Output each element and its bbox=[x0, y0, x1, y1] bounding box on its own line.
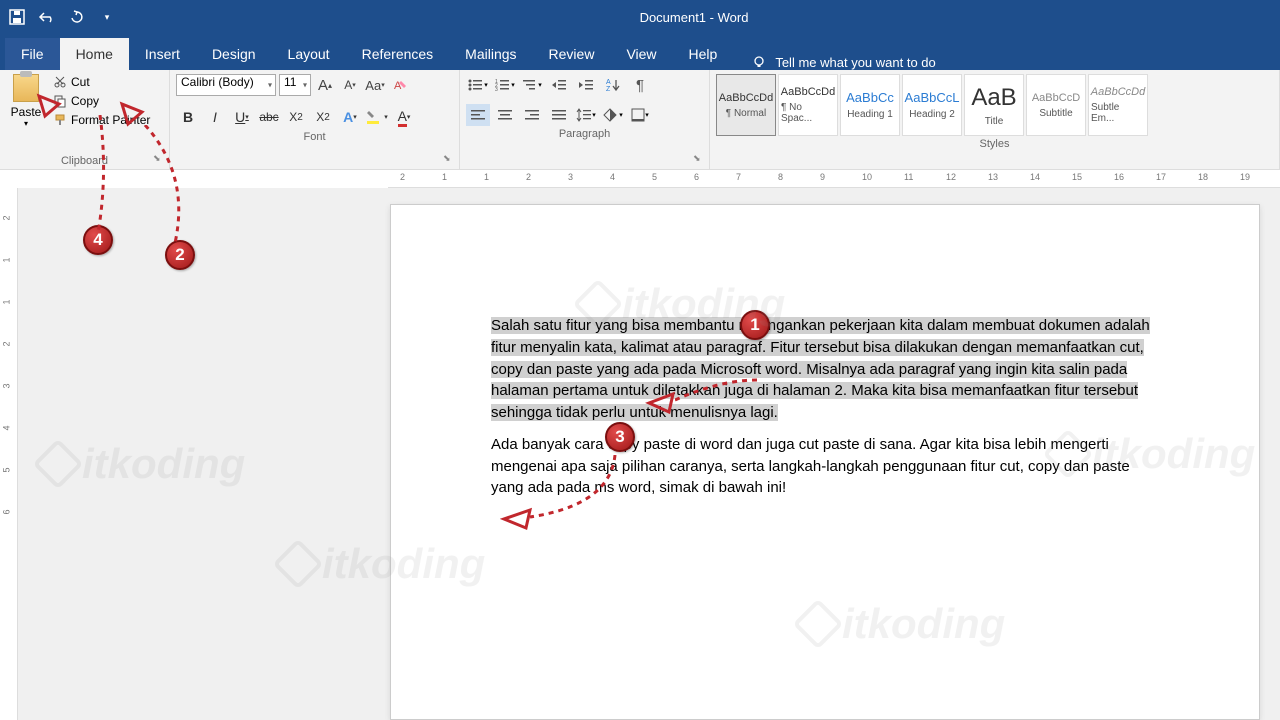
copy-label: Copy bbox=[71, 94, 99, 108]
page[interactable]: Salah satu fitur yang bisa membantu meri… bbox=[390, 204, 1260, 720]
font-launcher-icon[interactable]: ⬊ bbox=[443, 153, 455, 165]
style-tile[interactable]: AaBbCcDdSubtle Em... bbox=[1088, 74, 1148, 136]
line-spacing-button[interactable]: ▾ bbox=[574, 104, 598, 126]
font-size-select[interactable]: 11 ▾ bbox=[279, 74, 311, 96]
annotation-arrow-icon bbox=[35, 92, 63, 120]
svg-text:Z: Z bbox=[606, 86, 611, 92]
align-center-button[interactable] bbox=[493, 104, 517, 126]
quick-access-toolbar: ▾ bbox=[8, 8, 116, 26]
tab-design[interactable]: Design bbox=[196, 38, 272, 70]
tab-review[interactable]: Review bbox=[533, 38, 611, 70]
style-tile[interactable]: AaBbCcDd¶ No Spac... bbox=[778, 74, 838, 136]
borders-button[interactable]: ▾ bbox=[628, 104, 652, 126]
annotation-badge-1: 1 bbox=[740, 310, 770, 340]
change-case-button[interactable]: Aa▾ bbox=[364, 74, 386, 96]
qat-more-icon[interactable]: ▾ bbox=[98, 8, 116, 26]
bulb-icon bbox=[751, 54, 767, 70]
tab-help[interactable]: Help bbox=[673, 38, 734, 70]
style-tile[interactable]: AaBbCcDd¶ Normal bbox=[716, 74, 776, 136]
show-marks-button[interactable]: ¶ bbox=[628, 74, 652, 96]
tab-file[interactable]: File bbox=[5, 38, 60, 70]
redo-icon[interactable] bbox=[68, 8, 86, 26]
grow-font-button[interactable]: A▴ bbox=[314, 74, 336, 96]
app-title: Document1 - Word bbox=[116, 10, 1272, 25]
ruler-horizontal[interactable]: 2112345678910111213141516171819 bbox=[388, 170, 1280, 188]
strike-button[interactable]: abc bbox=[257, 105, 281, 129]
group-styles: AaBbCcDd¶ NormalAaBbCcDd¶ No Spac...AaBb… bbox=[710, 70, 1280, 169]
tell-me-label: Tell me what you want to do bbox=[775, 55, 935, 70]
chevron-down-icon: ▾ bbox=[24, 119, 28, 128]
italic-button[interactable]: I bbox=[203, 105, 227, 129]
tab-insert[interactable]: Insert bbox=[129, 38, 196, 70]
subscript-button[interactable]: X2 bbox=[284, 105, 308, 129]
font-size-value: 11 bbox=[284, 75, 296, 89]
underline-button[interactable]: U▾ bbox=[230, 105, 254, 129]
tell-me[interactable]: Tell me what you want to do bbox=[751, 54, 935, 70]
svg-text:3: 3 bbox=[495, 87, 498, 92]
increase-indent-button[interactable] bbox=[574, 74, 598, 96]
annotation-arrow-icon bbox=[645, 390, 677, 416]
tab-references[interactable]: References bbox=[346, 38, 450, 70]
sort-button[interactable]: AZ bbox=[601, 74, 625, 96]
annotation-arrow-icon bbox=[118, 100, 146, 128]
font-color-button[interactable]: A▾ bbox=[392, 105, 416, 129]
font-group-label: Font bbox=[176, 129, 453, 145]
superscript-button[interactable]: X2 bbox=[311, 105, 335, 129]
font-name-select[interactable]: Calibri (Body) ▾ bbox=[176, 74, 276, 96]
svg-text:A: A bbox=[606, 79, 611, 86]
decrease-indent-button[interactable] bbox=[547, 74, 571, 96]
paragraph-1-text: Salah satu fitur yang bisa membantu meri… bbox=[491, 317, 1150, 421]
paragraph-group-label: Paragraph bbox=[466, 126, 703, 142]
tab-layout[interactable]: Layout bbox=[272, 38, 346, 70]
multilevel-button[interactable]: ▾ bbox=[520, 74, 544, 96]
title-bar: ▾ Document1 - Word bbox=[0, 0, 1280, 34]
annotation-badge-3: 3 bbox=[605, 422, 635, 452]
tab-mailings[interactable]: Mailings bbox=[449, 38, 532, 70]
annotation-path bbox=[530, 455, 620, 525]
style-tile[interactable]: AaBbCcLHeading 2 bbox=[902, 74, 962, 136]
paragraph-launcher-icon[interactable]: ⬊ bbox=[693, 153, 705, 165]
tab-home[interactable]: Home bbox=[60, 38, 129, 70]
annotation-path bbox=[675, 375, 765, 405]
group-paragraph: ▾ 123▾ ▾ AZ ¶ ▾ ▾ ▾ Paragraph ⬊ bbox=[460, 70, 710, 169]
bullets-button[interactable]: ▾ bbox=[466, 74, 490, 96]
shading-button[interactable]: ▾ bbox=[601, 104, 625, 126]
text-effects-button[interactable]: A▾ bbox=[338, 105, 362, 129]
scissors-icon bbox=[53, 75, 67, 89]
chevron-down-icon: ▾ bbox=[268, 81, 272, 90]
shrink-font-button[interactable]: A▾ bbox=[339, 74, 361, 96]
style-tile[interactable]: AaBbCcHeading 1 bbox=[840, 74, 900, 136]
align-left-button[interactable] bbox=[466, 104, 490, 126]
save-icon[interactable] bbox=[8, 8, 26, 26]
paragraph-1[interactable]: Salah satu fitur yang bisa membantu meri… bbox=[491, 315, 1159, 424]
group-font: Calibri (Body)▾ 11▾ A▴ A▾ Aa▾ A B I U▾ a… bbox=[170, 70, 460, 169]
annotation-arrow-icon bbox=[500, 506, 534, 532]
font-name-value: Calibri (Body) bbox=[181, 75, 254, 89]
annotation-path bbox=[140, 125, 200, 245]
justify-button[interactable] bbox=[547, 104, 571, 126]
document-area: 21123456 Salah satu fitur yang bisa memb… bbox=[0, 188, 1280, 720]
ribbon-tabs: File Home Insert Design Layout Reference… bbox=[0, 34, 1280, 70]
style-tile[interactable]: AaBTitle bbox=[964, 74, 1024, 136]
clear-format-button[interactable]: A bbox=[389, 74, 411, 96]
styles-group-label: Styles bbox=[716, 136, 1273, 152]
undo-icon[interactable] bbox=[38, 8, 56, 26]
highlight-button[interactable]: ▾ bbox=[365, 105, 389, 129]
ruler-vertical[interactable]: 21123456 bbox=[0, 188, 18, 720]
cut-button[interactable]: Cut bbox=[50, 74, 153, 90]
style-tile[interactable]: AaBbCcDSubtitle bbox=[1026, 74, 1086, 136]
chevron-down-icon: ▾ bbox=[303, 81, 307, 90]
tab-view[interactable]: View bbox=[610, 38, 672, 70]
styles-gallery[interactable]: AaBbCcDd¶ NormalAaBbCcDd¶ No Spac...AaBb… bbox=[716, 74, 1273, 136]
cut-label: Cut bbox=[71, 75, 90, 89]
numbering-button[interactable]: 123▾ bbox=[493, 74, 517, 96]
align-right-button[interactable] bbox=[520, 104, 544, 126]
annotation-path bbox=[90, 115, 120, 235]
